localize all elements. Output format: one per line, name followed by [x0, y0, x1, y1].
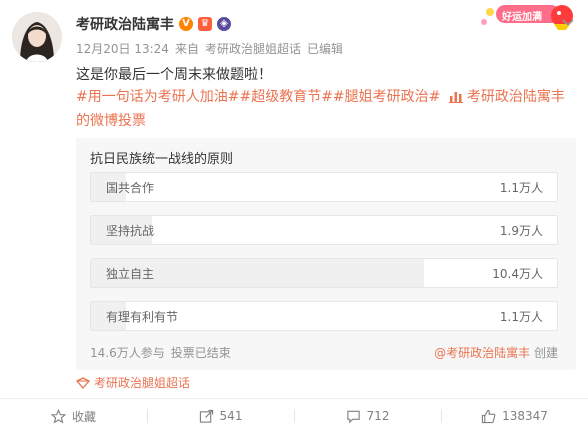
- author-name[interactable]: 考研政治陆寓丰: [76, 14, 174, 34]
- favorite-button[interactable]: 收藏: [0, 399, 147, 433]
- poll-option-label: 坚持抗战: [106, 224, 155, 238]
- poll-participants: 14.6万人参与: [90, 346, 165, 360]
- poll-option[interactable]: 坚持抗战 1.9万人: [90, 215, 558, 245]
- comment-count: 712: [366, 409, 390, 423]
- poll-option-label: 独立自主: [106, 267, 155, 281]
- poll-creator[interactable]: @考研政治陆寓丰: [434, 346, 530, 360]
- comment-icon: [346, 410, 360, 423]
- fan-badge-icon[interactable]: ◈: [217, 17, 231, 31]
- favorite-label: 收藏: [71, 409, 96, 424]
- poll-option-count: 1.1万人: [499, 181, 543, 195]
- poll-status: 投票已结束: [170, 346, 231, 360]
- repost-button[interactable]: 541: [147, 399, 294, 433]
- poll-option[interactable]: 有理有利有节 1.1万人: [90, 301, 558, 331]
- post-text: 这是你最后一个周末来做题啦！: [76, 67, 272, 83]
- post-tags: #用一句话为考研人加油##超级教育节##腿姐考研政治# 考研政治陆寓丰的微博投票: [76, 86, 576, 132]
- post-source[interactable]: 考研政治腿姐超话: [205, 40, 301, 57]
- action-bar: 收藏 541 712 138347: [0, 399, 588, 433]
- poll-creator-line: @考研政治陆寓丰 创建: [434, 344, 558, 361]
- poll-created-label: 创建: [533, 346, 558, 360]
- member-crown-icon[interactable]: ♛: [198, 17, 212, 31]
- avatar[interactable]: [12, 12, 62, 62]
- poll-option-label: 有理有利有节: [106, 310, 179, 324]
- repost-icon: [199, 409, 213, 423]
- repost-count: 541: [219, 409, 243, 423]
- poll-question: 抗日民族统一战线的原则: [90, 152, 234, 167]
- poll-option-count: 1.1万人: [499, 310, 543, 324]
- like-button[interactable]: 138347: [441, 399, 588, 433]
- poll-option-count: 1.9万人: [499, 224, 543, 238]
- poll-option[interactable]: 独立自主 10.4万人: [90, 258, 558, 288]
- poll-link-icon: [448, 88, 463, 110]
- poll-option-count: 10.4万人: [492, 267, 543, 281]
- source-prefix: 来自: [174, 42, 199, 56]
- author-row: 考研政治陆寓丰 V ♛ ◈: [76, 14, 231, 34]
- post-meta: 12月20日 13:24 来自 考研政治腿姐超话 已编辑: [76, 40, 343, 57]
- thumb-up-icon: [481, 409, 496, 423]
- comment-button[interactable]: 712: [294, 399, 441, 433]
- lucky-sticker: 好运加满: [470, 0, 574, 36]
- poll-option[interactable]: 国共合作 1.1万人: [90, 172, 558, 202]
- post-content: 这是你最后一个周末来做题啦！ #用一句话为考研人加油##超级教育节##腿姐考研政…: [76, 64, 576, 132]
- star-icon: [50, 408, 66, 423]
- sticker-label: 好运加满: [502, 12, 542, 23]
- poll-card: 抗日民族统一战线的原则 国共合作 1.1万人 坚持抗战 1.9万人 独立自主 1…: [76, 138, 576, 370]
- like-count: 138347: [502, 409, 548, 423]
- super-topic-label: 考研政治腿姐超话: [94, 376, 191, 390]
- hashtag-links[interactable]: #用一句话为考研人加油##超级教育节##腿姐考研政治#: [76, 89, 440, 105]
- post-date[interactable]: 12月20日 13:24: [76, 40, 169, 57]
- poll-option-label: 国共合作: [106, 181, 155, 195]
- verified-v-icon: V: [179, 17, 193, 31]
- poll-summary: 14.6万人参与 投票已结束: [90, 344, 231, 361]
- chevron-down-icon[interactable]: [560, 14, 576, 30]
- edited-label[interactable]: 已编辑: [307, 40, 343, 57]
- super-topic-link[interactable]: 考研政治腿姐超话: [76, 374, 190, 391]
- avatar-image: [12, 12, 62, 62]
- super-topic-icon: [76, 376, 90, 389]
